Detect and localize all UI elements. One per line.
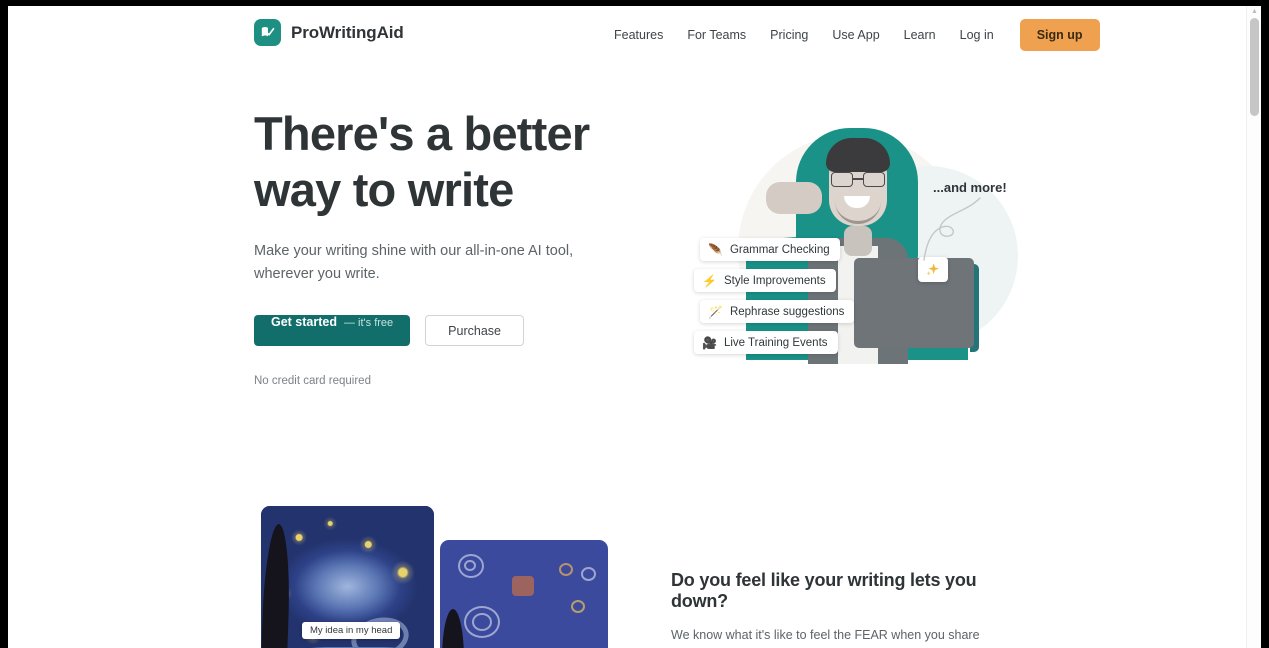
doodle-moon: [512, 576, 534, 596]
lower-copy-block: Do you feel like your writing lets you d…: [671, 570, 1016, 648]
hero-section: There's a better way to write Make your …: [254, 106, 634, 387]
feather-pen-icon: 🪶: [708, 242, 723, 257]
nav-log-in[interactable]: Log in: [948, 22, 1006, 48]
main-nav: Features For Teams Pricing Use App Learn…: [608, 6, 1100, 63]
chevron-up-icon[interactable]: ▲: [1251, 8, 1258, 15]
book-check-icon: [254, 19, 281, 46]
hero-subtitle-line-1: Make your writing shine with our all-in-…: [254, 243, 574, 259]
feature-chip-label: Rephrase suggestions: [729, 305, 845, 318]
get-started-button[interactable]: Get started — it's free: [254, 315, 411, 346]
hero-subtitle: Make your writing shine with our all-in-…: [254, 240, 579, 286]
doodle-star-2: [581, 567, 596, 581]
feature-chip-live-training-events: 🎥 Live Training Events: [694, 331, 838, 354]
hero-title-line-2: way to write: [254, 163, 514, 216]
doodle-spiral-2-inner: [472, 613, 492, 631]
feature-chip-label: Style Improvements: [723, 274, 826, 287]
vertical-scrollbar[interactable]: ▲: [1246, 6, 1261, 648]
sign-up-button[interactable]: Sign up: [1019, 18, 1100, 51]
lightning-bolt-icon: ⚡: [702, 273, 717, 288]
brand-logo[interactable]: ProWritingAid: [254, 19, 404, 46]
curly-arrow-icon: [923, 197, 981, 261]
image-caption-label: My idea in my head: [302, 622, 401, 639]
get-started-suffix: — it's free: [344, 317, 394, 329]
hero-subtitle-line-2: wherever you write.: [254, 266, 380, 282]
doodle-star-3: [571, 600, 585, 613]
magic-wand-icon: 🪄: [708, 304, 723, 319]
nav-for-teams[interactable]: For Teams: [675, 22, 758, 48]
and-more-label: ...and more!: [933, 180, 1007, 195]
nav-use-app[interactable]: Use App: [820, 22, 891, 48]
nav-pricing[interactable]: Pricing: [758, 22, 820, 48]
scrollbar-thumb[interactable]: [1250, 18, 1259, 116]
person-neck: [844, 226, 872, 256]
section-body-line-1: We know what it's like to feel the FEAR …: [671, 628, 980, 648]
feature-chip-rephrase-suggestions: 🪄 Rephrase suggestions: [700, 300, 855, 323]
glasses-bridge: [853, 178, 863, 180]
hero-illustration: 🪶 Grammar Checking ⚡ Style Improvements …: [668, 106, 1028, 398]
glasses-lens-left: [831, 172, 853, 187]
hero-title-line-1: There's a better: [254, 107, 590, 160]
doodle-star-1: [559, 563, 573, 576]
rough-sketch-card: [440, 540, 608, 648]
page-title: There's a better way to write: [254, 106, 634, 218]
glasses-lens-right: [863, 172, 885, 187]
site-header: ProWritingAid Features For Teams Pricing…: [8, 6, 1246, 63]
browser-viewport: ProWritingAid Features For Teams Pricing…: [8, 6, 1261, 648]
get-started-label: Get started: [271, 315, 337, 329]
brand-name: ProWritingAid: [291, 22, 404, 42]
glasses-icon: [831, 172, 885, 187]
nav-features[interactable]: Features: [608, 22, 675, 48]
feature-chip-label: Grammar Checking: [729, 243, 830, 256]
video-camera-icon: 🎥: [702, 335, 717, 350]
feature-chip-grammar-checking: 🪶 Grammar Checking: [700, 238, 840, 261]
doodle-cypress: [442, 609, 464, 648]
section-heading: Do you feel like your writing lets you d…: [671, 570, 977, 611]
feature-chip-label: Live Training Events: [723, 336, 828, 349]
hero-cta-group: Get started — it's free Purchase: [254, 315, 634, 346]
page-content: ProWritingAid Features For Teams Pricing…: [8, 6, 1246, 648]
laptop-lid: [854, 258, 974, 348]
person-hand: [766, 182, 822, 214]
doodle-spiral-1-inner: [464, 560, 476, 571]
purchase-button[interactable]: Purchase: [425, 315, 524, 346]
section-body: We know what it's like to feel the FEAR …: [671, 626, 1016, 648]
no-credit-card-note: No credit card required: [254, 375, 371, 387]
person-hair: [826, 138, 890, 172]
feature-chip-style-improvements: ⚡ Style Improvements: [694, 269, 836, 292]
nav-learn[interactable]: Learn: [892, 22, 948, 48]
